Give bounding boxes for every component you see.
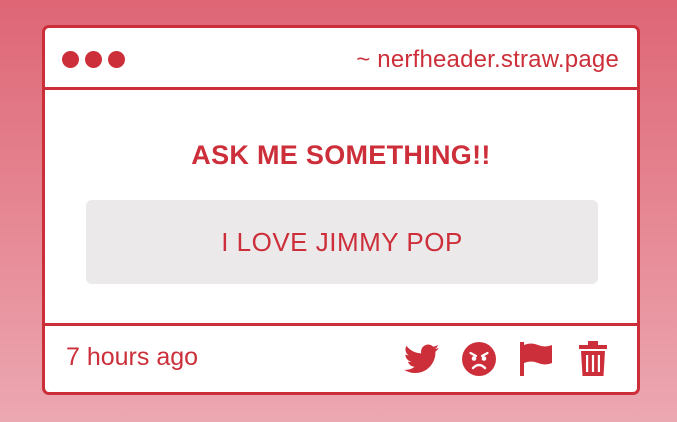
- answer-text: I LOVE JIMMY POP: [221, 226, 463, 257]
- message-footer: 7 hours ago: [45, 323, 637, 392]
- message-content: ASK ME SOMETHING!! I LOVE JIMMY POP: [45, 90, 637, 323]
- twitter-icon: [404, 344, 439, 373]
- flag-icon: [519, 342, 552, 376]
- window-titlebar: ~ nerfheader.straw.page: [45, 28, 637, 90]
- question-heading: ASK ME SOMETHING!!: [191, 140, 491, 170]
- page-url[interactable]: ~ nerfheader.straw.page: [356, 46, 619, 74]
- trash-icon: [578, 341, 607, 376]
- window-dot-minimize[interactable]: [85, 51, 102, 68]
- answer-box: I LOVE JIMMY POP: [86, 200, 598, 284]
- window-controls: [62, 51, 125, 68]
- action-bar: [404, 340, 610, 378]
- timestamp: 7 hours ago: [66, 343, 199, 371]
- react-angry-button[interactable]: [461, 340, 496, 378]
- window-dot-close[interactable]: [62, 51, 79, 68]
- message-card: ~ nerfheader.straw.page ASK ME SOMETHING…: [42, 25, 640, 395]
- window-dot-maximize[interactable]: [108, 51, 125, 68]
- share-twitter-button[interactable]: [404, 340, 439, 378]
- report-flag-button[interactable]: [518, 340, 553, 378]
- angry-face-icon: [461, 342, 496, 376]
- delete-button[interactable]: [575, 340, 610, 378]
